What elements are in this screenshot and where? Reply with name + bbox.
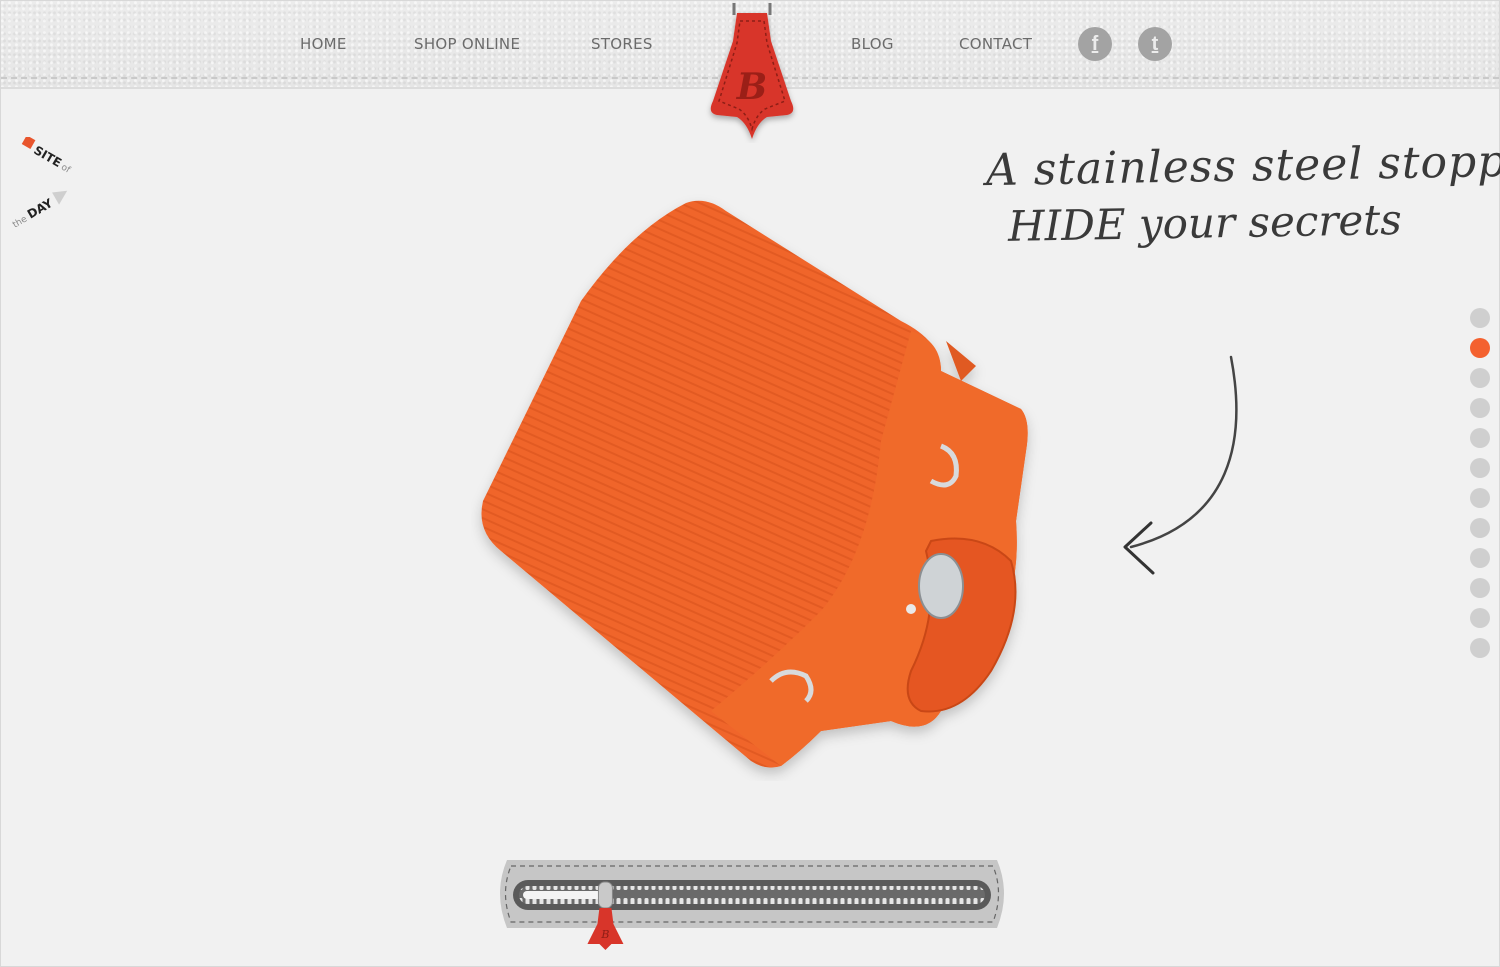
logo-tag-icon: B [710, 3, 794, 139]
slide-dot[interactable] [1470, 428, 1490, 448]
slide-dot[interactable] [1470, 458, 1490, 478]
nav-shop-online[interactable]: SHOP ONLINE [414, 35, 520, 53]
page: HOME SHOP ONLINE STORES BLOG CONTACT f t… [0, 0, 1500, 967]
nav-stores[interactable]: STORES [591, 35, 653, 53]
product-image [471, 191, 1041, 781]
slide-dot[interactable] [1470, 398, 1490, 418]
slide-pagination [1470, 308, 1492, 668]
badge-site-text: SITE [31, 143, 64, 170]
badge-flower-icon [21, 135, 36, 149]
site-of-the-day-badge[interactable]: SITE of the DAY [5, 135, 79, 231]
nav-blog[interactable]: BLOG [851, 35, 894, 53]
badge-the-text: the [11, 214, 29, 230]
slide-dot[interactable] [1470, 608, 1490, 628]
nav-home[interactable]: HOME [300, 35, 347, 53]
caption-line-1: A stainless steel stopper [985, 135, 1500, 197]
zipper-progress-bar[interactable]: B [489, 858, 1015, 958]
twitter-icon[interactable]: t [1138, 27, 1172, 61]
badge-arrow-icon [52, 190, 68, 205]
slide-dot[interactable] [1470, 338, 1490, 358]
caption-line-2: HIDE your secrets [1007, 195, 1403, 251]
slide-dot[interactable] [1470, 308, 1490, 328]
zipper-open-section [523, 891, 606, 899]
hand-drawn-arrow-icon [1123, 355, 1238, 575]
badge-day-text: DAY [25, 196, 55, 222]
slide-dot[interactable] [1470, 368, 1490, 388]
zipper-graphic: B [500, 860, 1004, 950]
nav-contact[interactable]: CONTACT [959, 35, 1032, 53]
zipper-pull-letter: B [600, 928, 609, 941]
slide-dot[interactable] [1470, 578, 1490, 598]
facebook-icon[interactable]: f [1078, 27, 1112, 61]
orange-bag-illustration [481, 200, 1028, 768]
slide-dot[interactable] [1470, 638, 1490, 658]
badge-graphic: SITE of the DAY [11, 135, 72, 231]
badge-of-text: of [59, 163, 72, 176]
slide-dot[interactable] [1470, 488, 1490, 508]
slide-dot[interactable] [1470, 518, 1490, 538]
product-caption: A stainless steel stopper HIDE your secr… [986, 135, 1500, 251]
logo-letter: B [736, 66, 767, 108]
logo-tag[interactable]: B [701, 1, 803, 143]
slide-dot[interactable] [1470, 548, 1490, 568]
